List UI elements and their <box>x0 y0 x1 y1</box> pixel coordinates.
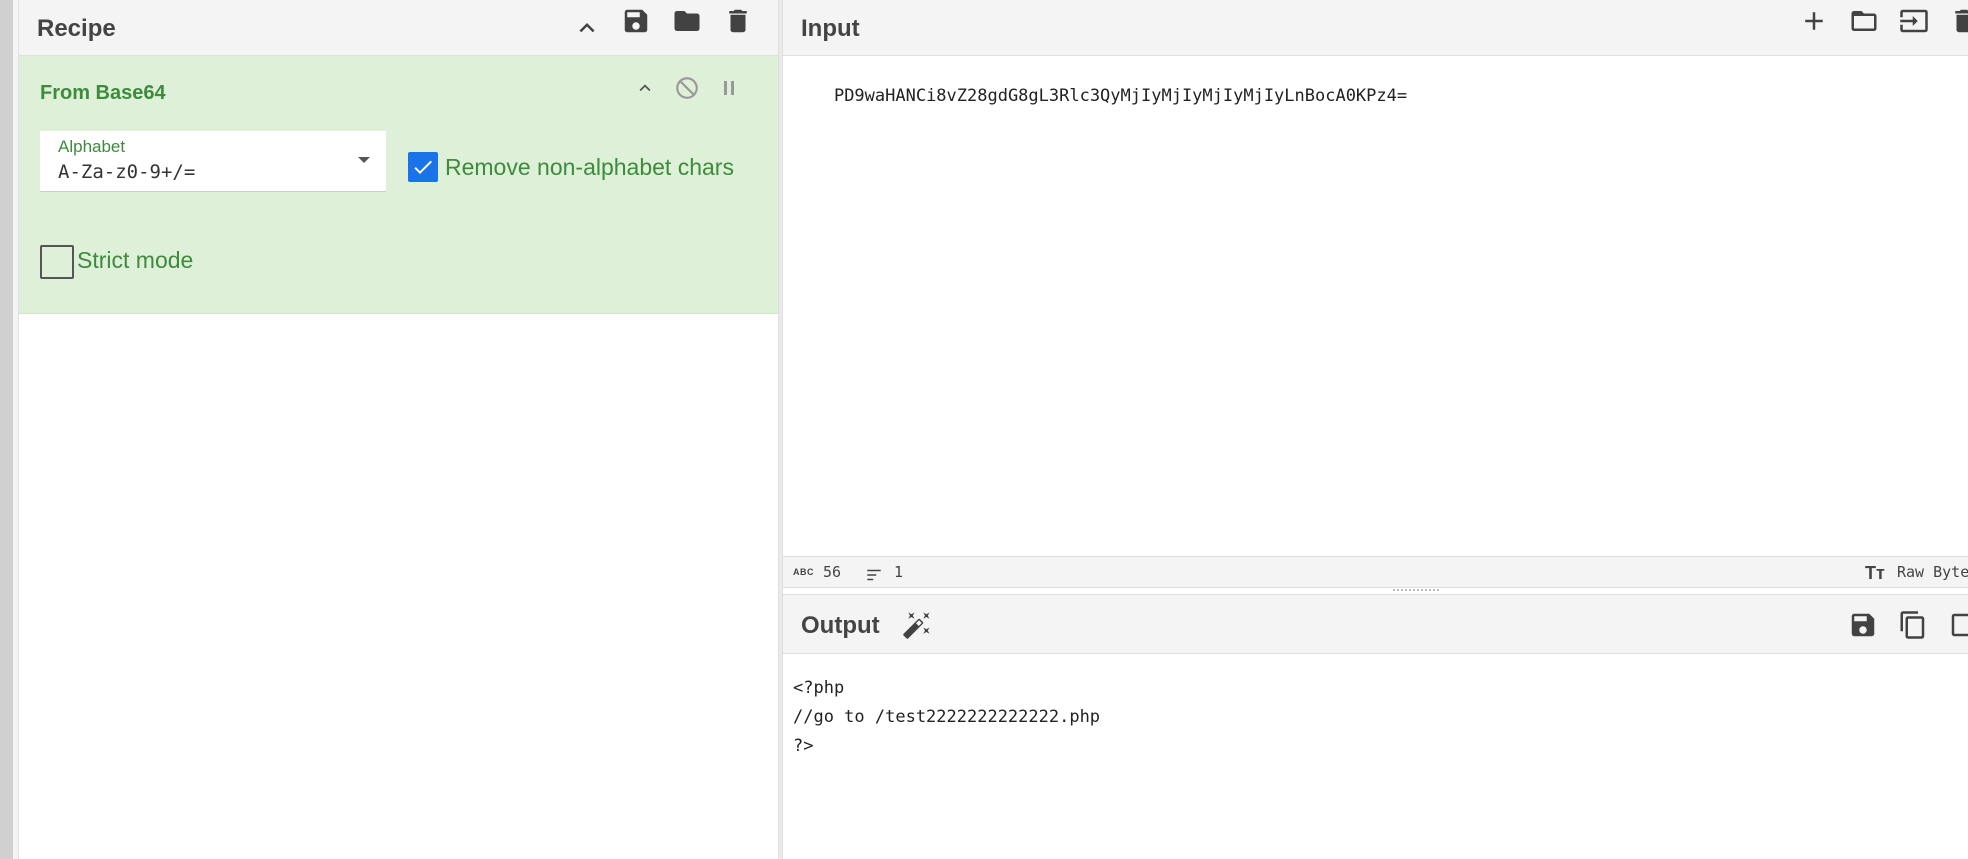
replace-input-icon[interactable] <box>1946 608 1968 642</box>
lines-count: 1 <box>894 563 904 581</box>
output-resize-grip[interactable] <box>1393 589 1439 593</box>
length-count: 56 <box>823 563 842 581</box>
checkmark-icon <box>414 160 432 174</box>
save-output-icon[interactable] <box>1846 608 1880 642</box>
output-line: <?php <box>793 678 845 698</box>
open-folder-icon[interactable] <box>1847 4 1881 38</box>
input-pane: Input PD9waHANCi8vZ28gdG8gL3Rlc3QyMjIyMj… <box>783 0 1968 588</box>
recipe-header: Recipe <box>19 0 778 56</box>
from-base64-operation: From Base64 Alphabet A-Za-z0-9+/= Remove… <box>19 56 778 314</box>
input-statusbar: ABC 56 1 Tт Raw Bytes <box>783 556 1968 588</box>
lines-icon <box>865 566 883 588</box>
remove-non-alphabet-label: Remove non-alphabet chars <box>445 154 734 180</box>
recipe-pane: Recipe From Base64 Alphabet A-Za-z0-9+/= <box>19 0 778 859</box>
breakpoint-pause-icon[interactable] <box>715 74 743 102</box>
length-abc-icon: ABC <box>793 567 814 577</box>
clear-input-trash-icon[interactable] <box>1947 4 1968 38</box>
disable-operation-icon[interactable] <box>673 74 701 102</box>
alphabet-value: A-Za-z0-9+/= <box>58 161 196 183</box>
output-line: //go to /test2222222222222.php <box>793 707 1101 727</box>
open-file-input-icon[interactable] <box>1897 4 1931 38</box>
input-textarea[interactable]: PD9waHANCi8vZ28gdG8gL3Rlc3QyMjIyMjIyMjIy… <box>793 66 1953 546</box>
remove-non-alphabet-checkbox[interactable] <box>408 152 438 182</box>
text-format-icon[interactable]: Tт <box>1865 563 1885 584</box>
output-pane: Output <?php //go to /test2222222222222.… <box>783 588 1968 859</box>
output-text-area[interactable]: <?php //go to /test2222222222222.php ?> <box>793 674 1953 761</box>
operation-title: From Base64 <box>40 82 166 104</box>
collapse-all-icon[interactable] <box>570 11 604 45</box>
save-recipe-icon[interactable] <box>619 4 653 38</box>
input-text: PD9waHANCi8vZ28gdG8gL3Rlc3QyMjIyMjIyMjIy… <box>833 86 1408 106</box>
load-recipe-folder-icon[interactable] <box>670 4 704 38</box>
copy-output-icon[interactable] <box>1896 608 1930 642</box>
encoding-label[interactable]: Raw Bytes <box>1897 563 1968 581</box>
alphabet-label: Alphabet <box>58 137 126 156</box>
chevron-down-icon <box>358 157 370 163</box>
left-edge-gutter <box>0 0 13 859</box>
clear-recipe-trash-icon[interactable] <box>721 4 755 38</box>
add-tab-plus-icon[interactable] <box>1797 4 1831 38</box>
output-header: Output <box>783 594 1968 654</box>
recipe-title: Recipe <box>37 15 116 42</box>
collapse-operation-icon[interactable] <box>631 74 659 102</box>
alphabet-dropdown[interactable]: Alphabet A-Za-z0-9+/= <box>40 131 386 192</box>
input-title: Input <box>801 15 860 42</box>
strict-mode-checkbox[interactable] <box>40 245 74 279</box>
strict-mode-label: Strict mode <box>77 247 194 273</box>
magic-wand-icon[interactable] <box>900 608 934 642</box>
output-title: Output <box>801 612 880 639</box>
output-line: ?> <box>793 736 814 756</box>
input-header: Input <box>783 0 1968 56</box>
